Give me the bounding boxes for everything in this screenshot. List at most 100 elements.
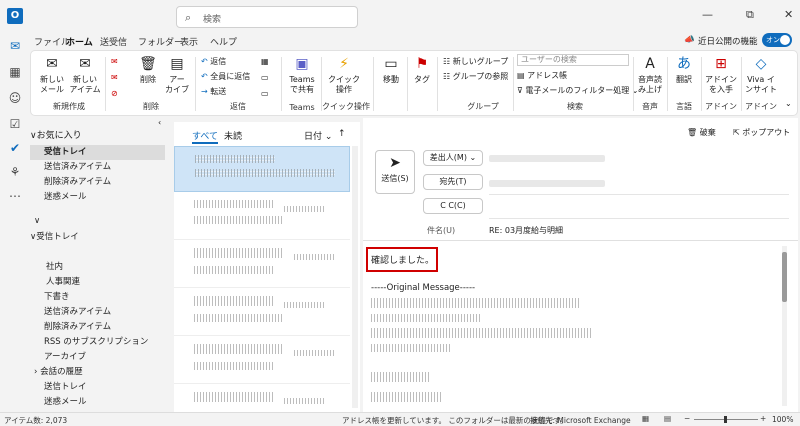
more-respond-icon[interactable]: ▭ <box>261 89 269 99</box>
folder-deleted[interactable]: 削除済みアイテム <box>30 320 165 335</box>
from-button[interactable]: 差出人(M) ⌄ <box>423 150 483 166</box>
account-chevron-icon[interactable]: ∨ <box>30 214 165 229</box>
tab-file[interactable]: ファイル <box>34 35 70 48</box>
folder-internal[interactable]: 社内 <box>30 260 165 275</box>
popout-button[interactable]: ⇱ ポップアウト <box>733 128 790 138</box>
more-apps-icon[interactable]: ⋯ <box>7 188 23 204</box>
filter-tab-all[interactable]: すべて <box>192 129 219 144</box>
zoom-slider-thumb[interactable] <box>724 416 727 423</box>
restore-button[interactable]: ⧉ <box>746 8 754 22</box>
message-item[interactable] <box>174 290 350 336</box>
reply-all-button[interactable]: ↶ 全員に返信 <box>201 72 250 82</box>
viva-insights-button[interactable]: ◇ Viva イ ンサイト <box>743 55 779 95</box>
delete-button[interactable]: 🗑 削除 <box>135 55 161 85</box>
filter-email-button[interactable]: ⊽ 電子メールのフィルター処理 ⌄ <box>517 86 639 96</box>
translate-button[interactable]: あ翻訳 <box>671 55 697 85</box>
ignore-icon[interactable]: ✉ <box>111 57 118 67</box>
redacted-text <box>294 350 334 356</box>
tab-help[interactable]: ヘルプ <box>210 35 237 48</box>
browse-groups-button[interactable]: ☷ グループの参照 <box>443 72 508 82</box>
new-mail-button[interactable]: ✉ 新しい メール <box>37 55 67 95</box>
collapse-pane-icon[interactable]: ‹ <box>158 118 161 127</box>
tasks-icon[interactable]: ☑ <box>7 116 23 132</box>
folder-archive[interactable]: アーカイブ <box>30 350 165 365</box>
todo-icon[interactable]: ✔ <box>7 140 23 156</box>
normal-view-icon[interactable]: ▦ <box>642 414 649 423</box>
tab-folder[interactable]: フォルダー <box>138 35 183 48</box>
folder-inbox[interactable]: ∨受信トレイ <box>30 230 165 245</box>
folder-inbox-favorite[interactable]: 受信トレイ <box>30 145 165 160</box>
teams-share-button[interactable]: ▣ Teams で共有 <box>287 55 317 95</box>
minimize-button[interactable]: — <box>702 8 713 21</box>
people-icon[interactable]: ☺ <box>7 90 23 106</box>
tags-button[interactable]: ⚑ タグ <box>411 55 433 85</box>
folder-sent[interactable]: 送信済みアイテム <box>30 305 165 320</box>
favorites-header[interactable]: ∨お気に入り <box>30 129 165 144</box>
groups-icon: ☷ <box>443 72 451 81</box>
meeting-icon[interactable]: ▦ <box>261 57 269 67</box>
sort-dropdown[interactable]: 日付 ⌄ <box>304 129 332 142</box>
address-book-button[interactable]: ▤ アドレス帳 <box>517 71 567 81</box>
archive-button[interactable]: ▤ アー カイブ <box>163 55 191 95</box>
folder-conversation-history[interactable]: › 会話の履歴 <box>30 365 165 380</box>
quick-steps-button[interactable]: ⚡ クイック 操作 <box>327 55 361 95</box>
scrollbar-thumb[interactable] <box>782 252 787 302</box>
cc-button[interactable]: C C(C) <box>423 198 483 214</box>
get-addins-button[interactable]: ⊞ アドイン を入手 <box>705 55 737 95</box>
redacted-text <box>194 200 274 208</box>
folder-hr[interactable]: 人事関連 <box>30 275 165 290</box>
folder-outbox[interactable]: 送信トレイ <box>30 380 165 395</box>
tab-send-receive[interactable]: 送受信 <box>100 35 127 48</box>
group-groups-label: グループ <box>467 102 499 111</box>
junk-icon[interactable]: ⊘ <box>111 89 118 99</box>
folder-deleted-favorite[interactable]: 削除済みアイテム <box>30 175 165 190</box>
redacted-text <box>194 392 274 402</box>
new-item-button[interactable]: ✉ 新しい アイテム <box>69 55 101 95</box>
read-aloud-button[interactable]: A 音声読 み上げ <box>635 55 665 95</box>
zoom-level[interactable]: 100% <box>772 415 793 424</box>
discard-button[interactable]: 🗑 破棄 <box>687 128 716 138</box>
folder-junk[interactable]: 迷惑メール <box>30 395 165 410</box>
new-group-button[interactable]: ☷ 新しいグループ <box>443 57 508 67</box>
message-item[interactable] <box>174 338 350 384</box>
calendar-icon[interactable]: ▦ <box>7 64 23 80</box>
send-button[interactable]: ➤ 送信(S) <box>375 150 415 194</box>
search-box[interactable]: ⌕ 検索 <box>176 6 358 28</box>
apps-icon[interactable]: ⚘ <box>7 164 23 180</box>
forward-button[interactable]: → 転送 <box>201 87 226 97</box>
search-placeholder[interactable]: 検索 <box>203 12 221 25</box>
tab-view[interactable]: 表示 <box>180 35 198 48</box>
subject-input[interactable]: RE: 03月度給与明細 <box>489 226 563 236</box>
zoom-out-button[interactable]: − <box>684 414 690 423</box>
message-item[interactable] <box>174 194 350 240</box>
reply-button[interactable]: ↶ 返信 <box>201 57 226 67</box>
search-people-input[interactable]: ユーザーの検索 <box>517 54 629 66</box>
folder-sent-favorite[interactable]: 送信済みアイテム <box>30 160 165 175</box>
new-item-icon: ✉ <box>79 56 91 72</box>
redacted-text <box>284 398 324 404</box>
message-item[interactable] <box>174 242 350 288</box>
im-icon[interactable]: ▭ <box>261 73 269 83</box>
mail-icon[interactable]: ✉ <box>7 38 23 54</box>
tab-home[interactable]: ホーム <box>66 35 93 52</box>
move-button[interactable]: ▭ 移動 <box>379 55 403 85</box>
folder-junk-favorite[interactable]: 迷惑メール <box>30 190 165 205</box>
folder-drafts[interactable]: 下書き <box>30 290 165 305</box>
reading-view-icon[interactable]: ▤ <box>664 414 671 423</box>
filter-tab-unread[interactable]: 未読 <box>224 129 242 142</box>
close-button[interactable]: ✕ <box>784 8 793 21</box>
ribbon-expand-icon[interactable]: ⌄ <box>785 99 792 109</box>
to-button[interactable]: 宛先(T) <box>423 174 483 190</box>
zoom-slider[interactable] <box>694 416 758 423</box>
zoom-in-button[interactable]: + <box>760 414 766 423</box>
cleanup-icon[interactable]: ✉ <box>111 73 118 83</box>
redacted-text <box>489 155 605 162</box>
sort-direction-icon[interactable]: ↑ <box>338 129 346 139</box>
coming-soon-toggle[interactable]: オン <box>762 33 792 47</box>
reading-scrollbar[interactable] <box>782 246 787 406</box>
message-item-selected[interactable] <box>174 146 350 192</box>
trash-icon: 🗑 <box>139 56 157 72</box>
title-bar: O ⌕ 検索 — ⧉ ✕ <box>0 0 800 32</box>
folder-rss[interactable]: RSS のサブスクリプション <box>30 335 165 350</box>
message-list-scrollbar[interactable] <box>352 146 358 408</box>
